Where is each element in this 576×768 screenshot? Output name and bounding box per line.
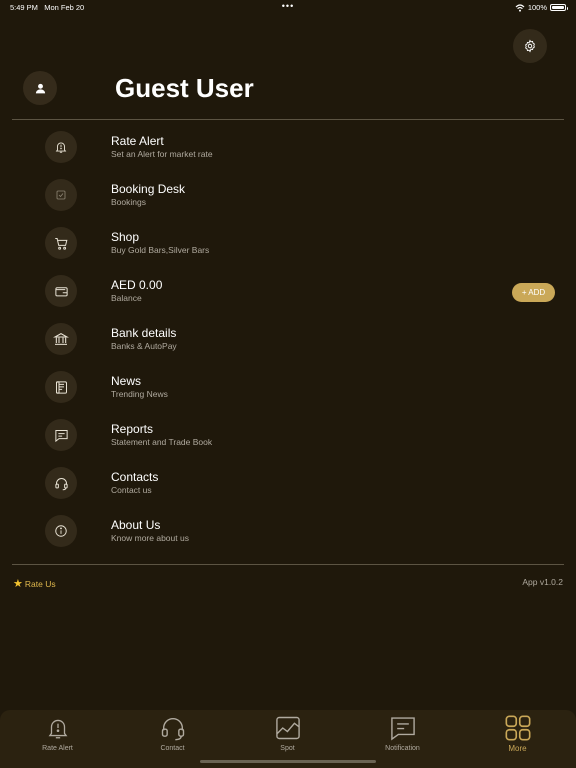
menu-subtitle: Buy Gold Bars,Silver Bars (111, 245, 210, 255)
status-indicators: 100% (515, 3, 568, 12)
gear-icon (525, 39, 535, 53)
message-icon (388, 713, 418, 743)
multitasking-dots[interactable]: ••• (282, 1, 294, 11)
menu-title: Reports (111, 422, 154, 436)
report-icon (54, 429, 68, 442)
headset-icon (158, 713, 188, 743)
tab-more[interactable]: More (460, 710, 575, 760)
menu-item-shop[interactable]: Shop Buy Gold Bars,Silver Bars (45, 223, 555, 263)
menu-subtitle: Set an Alert for market rate (111, 149, 213, 159)
app-version: App v1.0.2 (522, 577, 563, 587)
menu-title: Shop (111, 230, 140, 244)
menu-subtitle: Banks & AutoPay (111, 341, 177, 351)
rate-us-link[interactable]: ★ Rate Us (13, 577, 56, 590)
battery-icon (550, 4, 568, 11)
info-icon (55, 525, 67, 537)
battery-percent: 100% (527, 3, 547, 12)
menu-item-contacts[interactable]: Contacts Contact us (45, 463, 555, 503)
settings-button[interactable] (513, 29, 547, 63)
user-name: Guest User (115, 73, 254, 103)
tab-contact[interactable]: Contact (115, 710, 230, 760)
avatar[interactable] (23, 71, 57, 105)
home-indicator[interactable] (200, 760, 376, 763)
menu-title: Rate Alert (111, 134, 164, 148)
wallet-icon (54, 286, 68, 296)
menu-icon-circle (45, 467, 77, 499)
menu-item-bank-details[interactable]: Bank details Banks & AutoPay (45, 319, 555, 359)
rate-us-label: Rate Us (24, 578, 56, 589)
menu-icon-circle (45, 227, 77, 259)
tab-label: Rate Alert (42, 745, 73, 752)
star-icon: ★ (13, 578, 23, 590)
bank-icon (53, 333, 69, 345)
chart-icon (273, 713, 303, 743)
grid-icon (503, 713, 533, 743)
menu-subtitle: Know more about us (111, 533, 189, 543)
tab-rate-alert[interactable]: Rate Alert (0, 710, 115, 760)
menu-item-about-us[interactable]: About Us Know more about us (45, 511, 555, 551)
bell-icon (43, 713, 73, 743)
menu-icon-circle (45, 323, 77, 355)
menu-icon-circle (45, 131, 77, 163)
menu-icon-circle (45, 179, 77, 211)
menu-icon-circle (45, 515, 77, 547)
tab-label: Contact (160, 745, 185, 752)
menu-title: Bank details (111, 326, 177, 340)
menu-item-booking-desk[interactable]: Booking Desk Bookings (45, 175, 555, 215)
cart-icon (54, 237, 67, 250)
tab-label: More (508, 744, 527, 753)
menu-item-reports[interactable]: Reports Statement and Trade Book (45, 415, 555, 455)
menu-item-news[interactable]: News Trending News (45, 367, 555, 407)
menu-icon-circle (45, 371, 77, 403)
menu-item-rate-alert[interactable]: Rate Alert Set an Alert for market rate (45, 127, 555, 167)
add-balance-button[interactable]: + ADD (512, 283, 555, 302)
menu-icon-circle (45, 275, 77, 307)
menu-subtitle: Statement and Trade Book (111, 437, 213, 447)
tab-notification[interactable]: Notification (345, 710, 460, 760)
status-bar: 5:49 PM Mon Feb 20 ••• 100% (0, 0, 576, 14)
person-icon (35, 83, 45, 93)
header-divider (12, 119, 564, 120)
menu-subtitle: Trending News (111, 389, 168, 399)
menu-title: About Us (111, 518, 161, 532)
menu-item-balance[interactable]: AED 0.00 Balance (45, 271, 555, 311)
menu-title: Booking Desk (111, 182, 186, 196)
tab-spot[interactable]: Spot (230, 710, 345, 760)
menu-subtitle: Balance (111, 293, 142, 303)
tab-label: Notification (385, 745, 420, 752)
headset-icon (54, 477, 68, 490)
menu-subtitle: Contact us (111, 485, 152, 495)
footer-divider (12, 564, 564, 565)
newspaper-icon (55, 380, 67, 394)
checkbox-icon (56, 190, 66, 200)
wifi-icon (515, 3, 525, 12)
bell-icon (55, 142, 67, 153)
menu-title: AED 0.00 (111, 278, 163, 292)
menu-title: News (111, 374, 142, 388)
menu-title: Contacts (111, 470, 159, 484)
tab-label: Spot (280, 745, 295, 752)
status-time: 5:49 PM Mon Feb 20 (10, 3, 85, 12)
menu-icon-circle (45, 419, 77, 451)
menu-subtitle: Bookings (111, 197, 146, 207)
